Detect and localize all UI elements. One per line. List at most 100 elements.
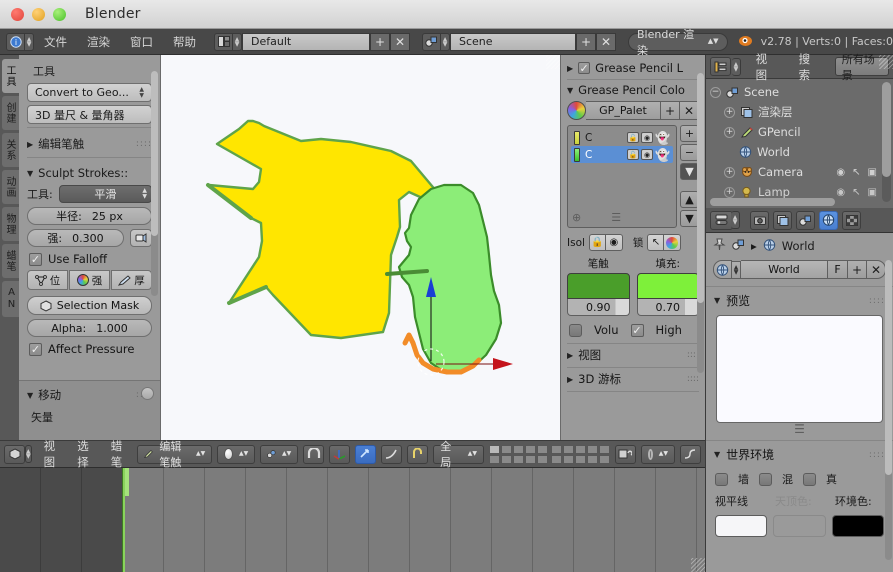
maximize-window-button[interactable] [53,8,66,21]
timeline-playhead-tab[interactable] [125,468,129,496]
menu-help[interactable]: 帮助 [163,29,206,55]
stroke-color-swatch[interactable] [567,273,630,299]
gp-mode-dropdown[interactable]: 编辑笔触 ▲▼ [137,445,212,464]
menu-file[interactable]: 文件 [34,29,77,55]
onion-skin-icon[interactable]: 👻 [655,149,670,161]
affect-position-toggle[interactable]: 位 [27,270,68,290]
menu-render[interactable]: 渲染 [77,29,120,55]
sculpt-strokes-section-header[interactable]: ▼ Sculpt Strokes:: [27,166,152,180]
fake-user-button[interactable]: F [828,260,848,279]
eye-icon[interactable]: ◉ [836,167,845,178]
screen-layout-spinner[interactable]: ▲▼ [233,33,242,51]
sidebar-item-animation[interactable]: 动画 [2,170,19,204]
scene-layers[interactable] [489,445,610,464]
gp-panel-scrollbar[interactable] [697,73,704,373]
eye-icon[interactable]: ◉ [606,234,623,251]
palette-add-button[interactable]: + [661,101,680,120]
scene-spinner[interactable]: ▲▼ [441,33,450,51]
viewport-menu-gpencil[interactable]: 蜡笔 [104,438,133,470]
world-preview[interactable] [716,315,883,423]
world-environment-section-header[interactable]: ▼ 世界环境 :::: [706,440,893,467]
close-window-button[interactable] [11,8,24,21]
scene-add-button[interactable]: + [576,33,596,51]
fill-alpha-slider[interactable]: 0.70 [637,299,700,316]
edit-strokes-section-header[interactable]: ▶ 编辑笔触 :::: [27,136,152,152]
affect-pressure-checkbox[interactable]: ✓ [29,343,42,356]
world-name-field[interactable]: World [741,260,828,279]
collapse-toggle[interactable]: − [710,87,721,98]
cursor-icon[interactable]: ↖ [852,167,860,178]
transform-orientation-dropdown[interactable]: 全局 ▲▼ [433,445,484,464]
panel-resize-handle[interactable] [141,387,154,400]
world-remove-button[interactable]: ✕ [867,260,886,279]
real-sky-checkbox[interactable] [803,473,816,486]
use-falloff-row[interactable]: ✓ Use Falloff [29,252,152,266]
color-wheel-icon[interactable] [664,234,681,251]
scene-field[interactable]: Scene [450,33,576,51]
breadcrumb-scene-icon[interactable] [732,239,745,253]
pressure-icon[interactable] [130,229,152,247]
screen-layout-add-button[interactable]: + [370,33,390,51]
gp-colors-section-header[interactable]: ▼ Grease Pencil Colo [567,83,699,97]
selection-mask-button[interactable]: Selection Mask [27,296,152,315]
world-datablock-spinner[interactable]: ▲▼ [732,261,741,279]
grease-pencil-canvas[interactable] [161,55,560,440]
sidebar-item-tools[interactable]: 工具 [2,59,19,93]
scale-manipulator-icon[interactable] [381,445,402,464]
tab-scene[interactable] [796,211,815,230]
affect-pressure-row[interactable]: ✓ Affect Pressure [29,342,152,356]
eye-icon[interactable]: ◉ [836,187,845,198]
outliner-scope-dropdown[interactable]: 所有场景 [835,57,889,76]
outliner-row-camera[interactable]: + Camera ◉ ↖ ▣ [710,162,893,182]
properties-editor-spinner[interactable]: ▲▼ [731,211,740,229]
cursor3d-section-header[interactable]: ▶ 3D 游标 :::: [567,371,699,387]
object-mode-icon[interactable] [4,445,25,464]
high-quality-checkbox[interactable]: ✓ [631,324,644,337]
eye-icon[interactable]: ◉ [641,132,653,143]
screen-layout-remove-button[interactable]: ✕ [390,33,410,51]
lamp-data-icon[interactable]: ▣ [868,187,877,198]
falloff-curve-icon[interactable] [680,445,701,464]
palette-icon[interactable] [567,101,586,120]
viewport-menu-view[interactable]: 视图 [37,438,66,470]
outliner-menu-search[interactable]: 搜索 [792,51,827,83]
mode-spinner[interactable]: ▲▼ [25,445,32,463]
outliner-display-spinner[interactable]: ▲▼ [732,58,740,76]
outliner-row-render-layers[interactable]: + 渲染层 [710,102,893,122]
editor-type-spinner[interactable]: ▲▼ [25,33,34,51]
layer-group-second[interactable] [551,445,610,464]
list-filter-icon[interactable]: ⊕ [572,211,581,224]
rotate-manipulator-icon[interactable] [355,445,376,464]
properties-editor-icon[interactable] [710,211,733,230]
panel-grip[interactable]: :::: [869,450,885,460]
pivot-point-dropdown[interactable]: ▲▼ [260,445,298,464]
expand-toggle[interactable]: + [724,107,735,118]
convert-to-geometry-button[interactable]: Convert to Geo... ▲▼ [27,83,152,102]
timeline-region[interactable] [0,468,705,572]
expand-toggle[interactable]: + [724,187,735,198]
alpha-slider[interactable]: Alpha: 1.000 [27,319,152,337]
viewport-menu-select[interactable]: 选择 [70,438,99,470]
translate-manipulator-icon[interactable] [329,445,350,464]
3d-viewport[interactable] [160,55,560,440]
tab-world[interactable] [819,211,838,230]
affect-thickness-toggle[interactable]: 厚 [111,270,152,290]
outliner-horizontal-scrollbar[interactable] [710,198,835,206]
pin-icon[interactable] [713,238,726,254]
sidebar-item-an[interactable]: AN [2,281,19,317]
sidebar-item-physics[interactable]: 物理 [2,207,19,241]
panel-grip[interactable]: :::: [869,296,885,306]
blend-sky-checkbox[interactable] [759,473,772,486]
volumetric-checkbox[interactable] [569,324,582,337]
lock-icon[interactable]: 🔒 [589,234,606,251]
outliner-menu-view[interactable]: 视图 [749,51,784,83]
magnet-extra-icon[interactable] [407,445,428,464]
use-falloff-checkbox[interactable]: ✓ [29,253,42,266]
sidebar-item-relations[interactable]: 关系 [2,133,19,167]
world-icon[interactable] [713,260,732,279]
lock-icon[interactable]: 🔓 [627,149,639,160]
list-grip[interactable]: ☰ [611,211,621,224]
horizon-color-swatch[interactable] [715,515,767,537]
lock-camera-icon[interactable] [615,445,636,464]
render-engine-dropdown[interactable]: Blender 渲染 ▲▼ [628,33,728,51]
